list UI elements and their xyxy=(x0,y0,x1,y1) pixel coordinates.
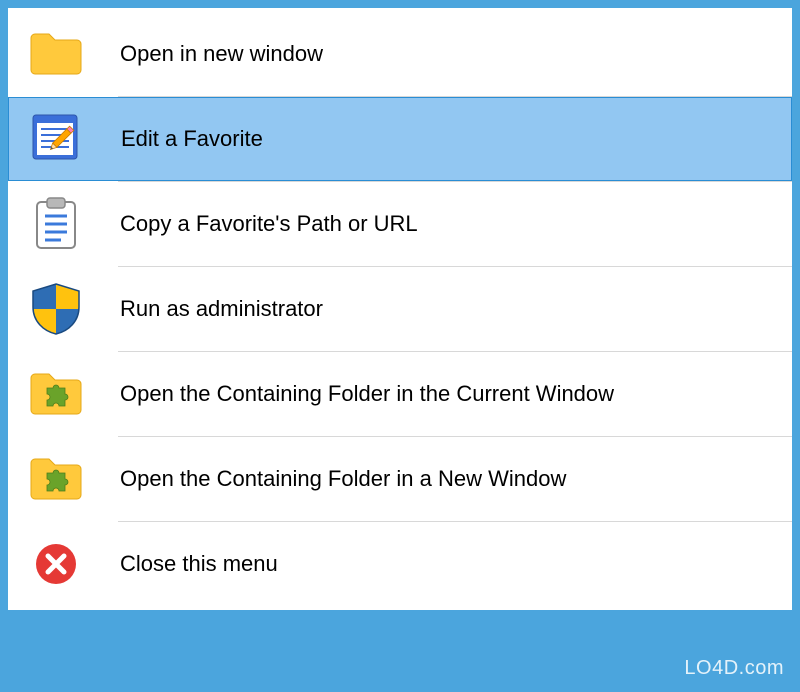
menu-item-open-containing-new[interactable]: Open the Containing Folder in a New Wind… xyxy=(8,437,792,521)
menu-item-open-new-window[interactable]: Open in new window xyxy=(8,12,792,96)
menu-item-label: Edit a Favorite xyxy=(121,126,263,152)
folder-puzzle-icon xyxy=(18,356,94,432)
clipboard-icon xyxy=(18,186,94,262)
menu-item-label: Close this menu xyxy=(120,551,278,577)
context-menu: Open in new window Edit a Favorite xyxy=(8,8,792,610)
watermark: LO4D.com xyxy=(684,657,784,680)
folder-icon xyxy=(18,16,94,92)
close-circle-icon xyxy=(18,526,94,602)
menu-item-label: Open in new window xyxy=(120,41,323,67)
menu-item-label: Open the Containing Folder in the Curren… xyxy=(120,381,614,407)
menu-item-label: Open the Containing Folder in a New Wind… xyxy=(120,466,566,492)
menu-item-label: Copy a Favorite's Path or URL xyxy=(120,211,418,237)
folder-puzzle-icon xyxy=(18,441,94,517)
menu-item-edit-favorite[interactable]: Edit a Favorite xyxy=(8,97,792,181)
shield-icon xyxy=(18,271,94,347)
menu-item-label: Run as administrator xyxy=(120,296,323,322)
menu-item-open-containing-current[interactable]: Open the Containing Folder in the Curren… xyxy=(8,352,792,436)
edit-note-icon xyxy=(19,101,95,177)
menu-item-copy-path[interactable]: Copy a Favorite's Path or URL xyxy=(8,182,792,266)
menu-item-run-as-admin[interactable]: Run as administrator xyxy=(8,267,792,351)
menu-item-close-menu[interactable]: Close this menu xyxy=(8,522,792,606)
